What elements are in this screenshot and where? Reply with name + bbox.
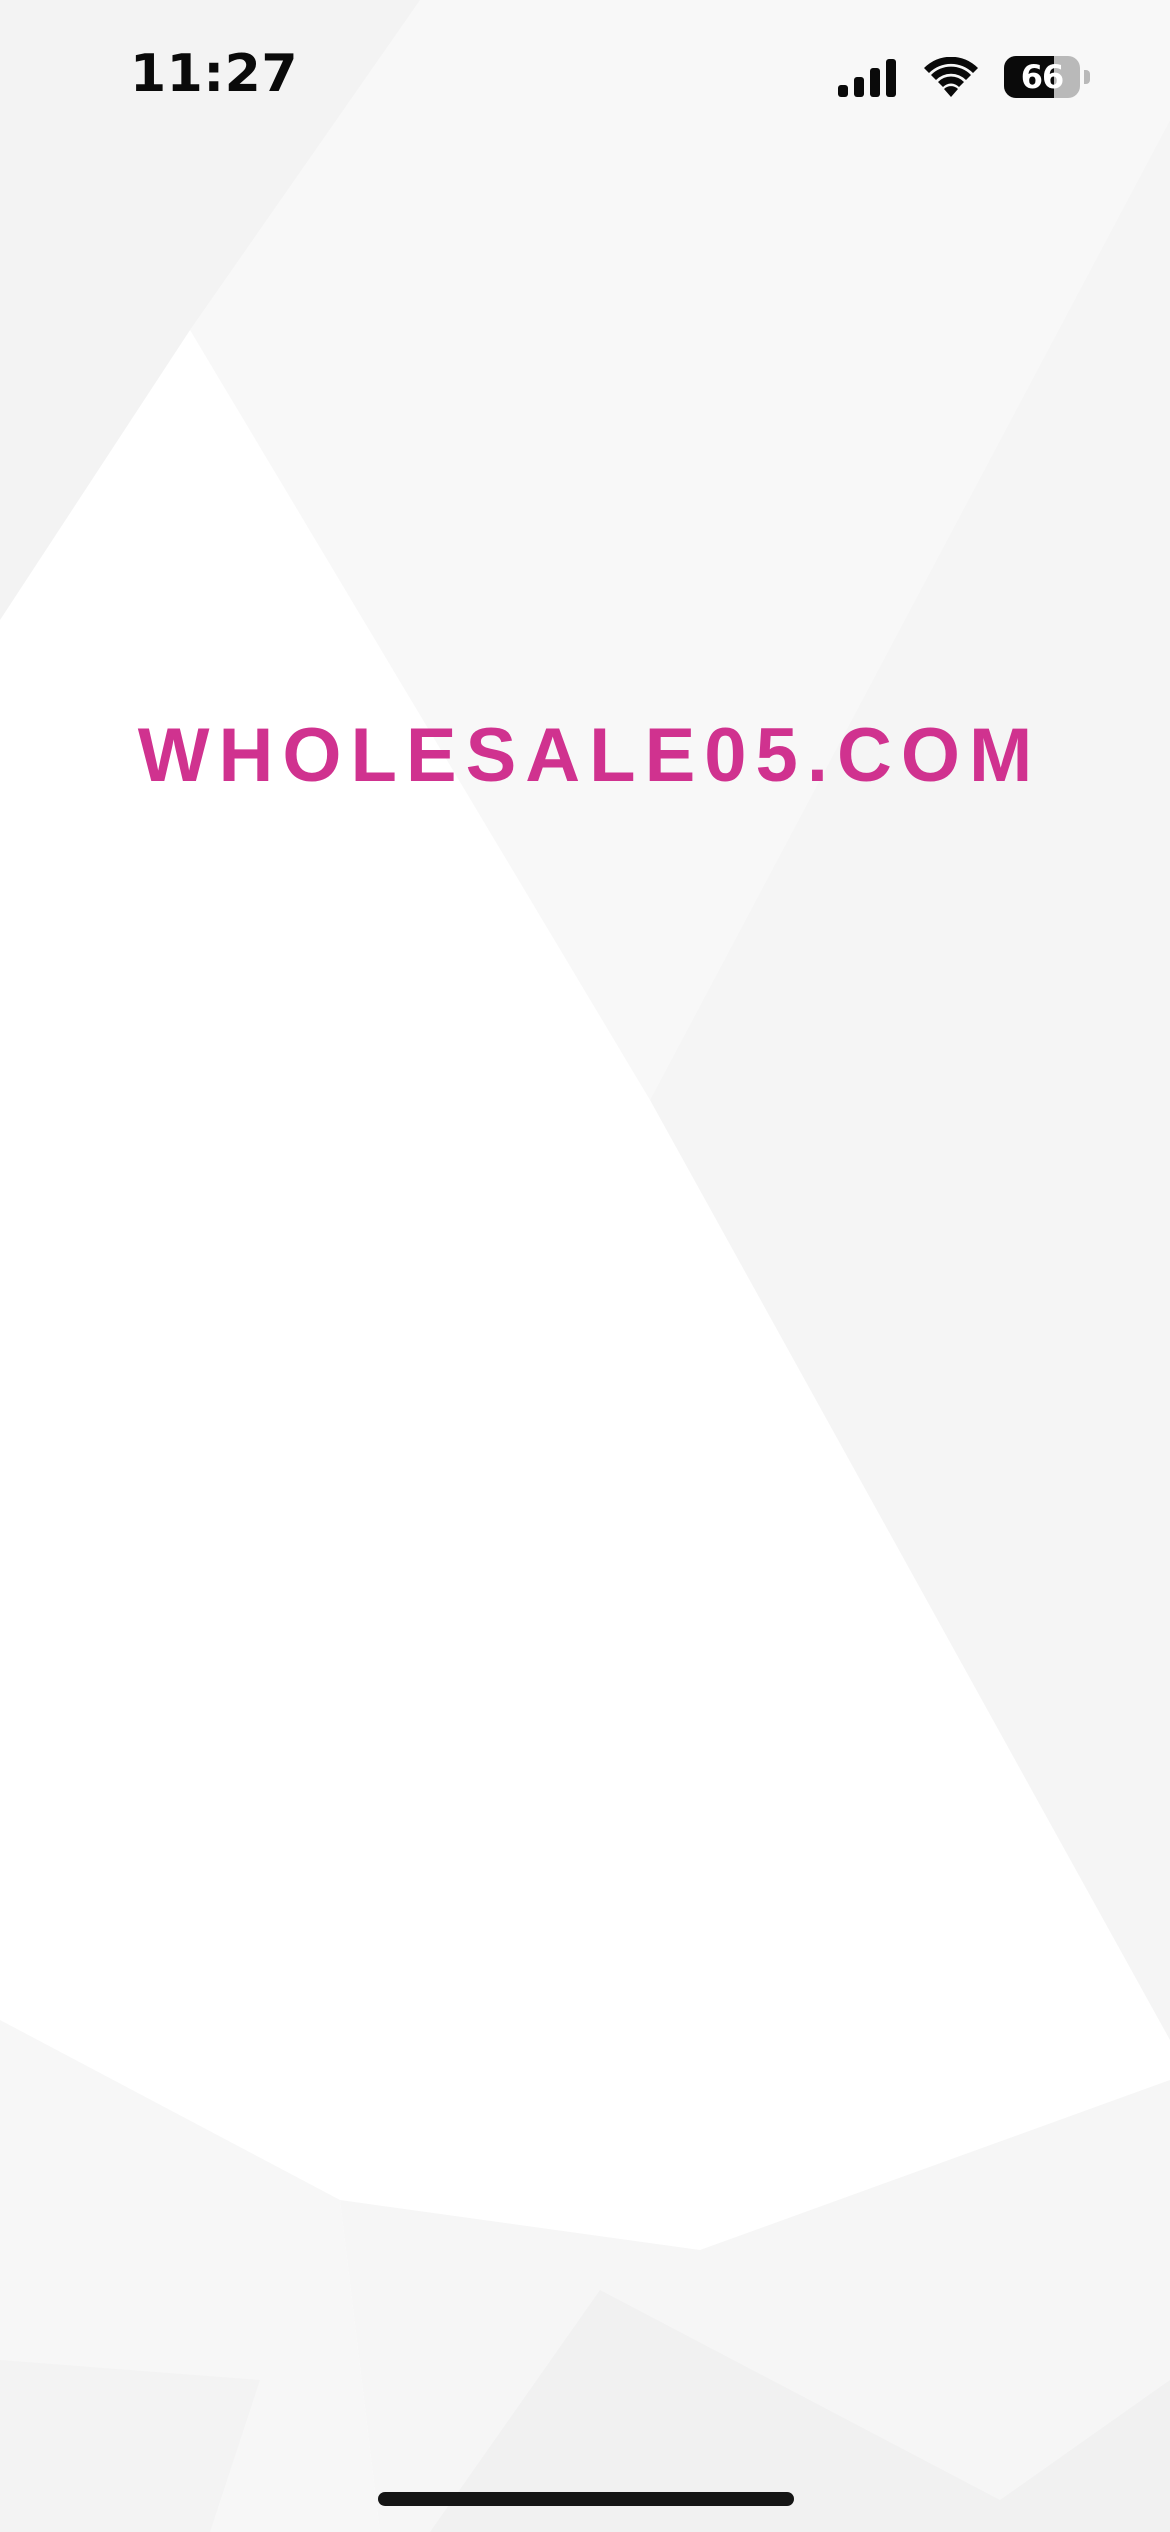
- signal-icon: [838, 59, 896, 97]
- status-bar: 11:27 66: [0, 0, 1170, 150]
- brand-logo: WHOLESALE05.COM: [137, 713, 1042, 798]
- battery-body: 66: [1004, 56, 1080, 98]
- brand: WHOLESALE05.COM: [0, 712, 1170, 799]
- battery-cap: [1084, 70, 1090, 84]
- home-indicator[interactable]: [378, 2492, 794, 2506]
- wifi-icon: [924, 57, 978, 97]
- battery-icon: 66: [1004, 56, 1090, 98]
- splash-screen: 11:27 66 WHOLESALE05.COM: [0, 0, 1170, 2532]
- status-icons: 66: [838, 52, 1090, 102]
- battery-percent: 66: [1020, 58, 1065, 96]
- geometric-background: [0, 0, 1170, 2532]
- status-time: 11:27: [130, 44, 299, 104]
